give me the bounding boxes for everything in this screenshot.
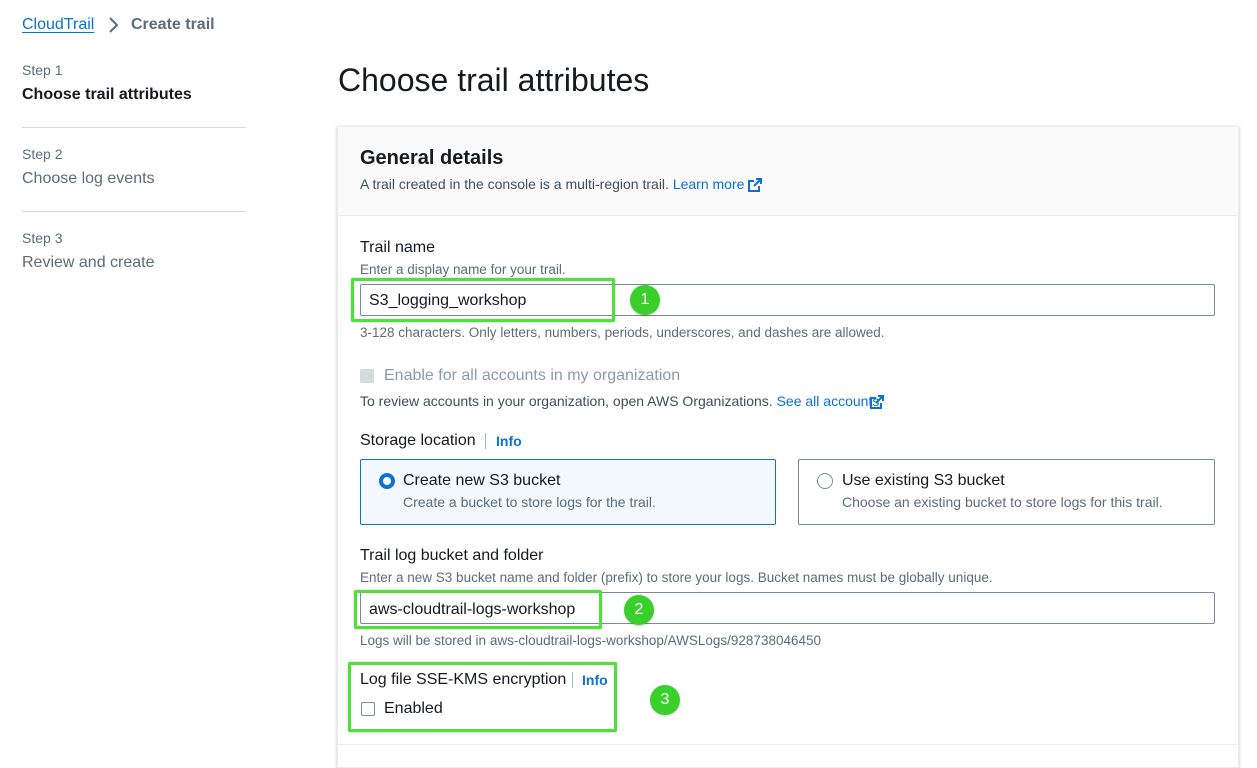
nav-divider [22, 127, 246, 128]
use-existing-bucket-desc: Choose an existing bucket to store logs … [842, 494, 1163, 510]
bucket-label: Trail log bucket and folder [360, 547, 544, 564]
bucket-hint: Enter a new S3 bucket name and folder (p… [360, 570, 993, 585]
learn-more-link[interactable]: Learn more [673, 176, 745, 192]
description-text: A trail created in the console is a mult… [360, 176, 669, 192]
step-3-label: Step 3 [22, 230, 63, 246]
step-1: Step 1 Choose trail attributes [22, 62, 192, 104]
trail-name-label: Trail name [360, 239, 435, 256]
create-new-bucket-desc: Create a bucket to store logs for the tr… [403, 494, 656, 510]
trail-name-constraint: 3-128 characters. Only letters, numbers,… [360, 325, 885, 340]
org-accounts-label: Enable for all accounts in my organizati… [384, 367, 681, 384]
step-2-label: Step 2 [22, 146, 63, 162]
org-description-text: To review accounts in your organization,… [360, 393, 773, 409]
external-link-icon[interactable] [747, 177, 763, 193]
chevron-right-icon [109, 17, 119, 33]
step-1-label: Step 1 [22, 62, 63, 78]
highlight-box-1 [351, 278, 615, 322]
breadcrumb-current: Create trail [131, 16, 215, 33]
see-all-accounts-link[interactable]: See all accounts [777, 393, 880, 409]
label-separator [485, 433, 486, 449]
annotation-badge-3: 3 [650, 685, 680, 715]
step-2-title[interactable]: Choose log events [22, 170, 155, 188]
general-details-description: A trail created in the console is a mult… [360, 176, 744, 192]
storage-location-label: Storage location [360, 432, 476, 449]
create-new-bucket-radio[interactable] [379, 473, 395, 489]
annotation-badge-1: 1 [630, 285, 660, 315]
nav-divider [22, 211, 246, 212]
org-description: To review accounts in your organization,… [360, 393, 879, 409]
step-3-title[interactable]: Review and create [22, 254, 155, 272]
general-details-title: General details [360, 147, 504, 169]
trail-name-hint: Enter a display name for your trail. [360, 262, 566, 277]
highlight-box-3 [348, 662, 617, 732]
use-existing-bucket-radio[interactable] [817, 473, 833, 489]
step-3[interactable]: Step 3 Review and create [22, 230, 155, 272]
external-link-icon[interactable] [869, 394, 885, 410]
storage-info-link[interactable]: Info [496, 433, 522, 449]
org-accounts-checkbox[interactable] [360, 369, 374, 383]
use-existing-bucket-tile[interactable] [798, 459, 1215, 525]
bucket-stored-note: Logs will be stored in aws-cloudtrail-lo… [360, 633, 822, 648]
annotation-badge-2: 2 [624, 595, 654, 625]
breadcrumb-cloudtrail-link[interactable]: CloudTrail [22, 16, 94, 34]
create-new-bucket-tile[interactable] [360, 459, 776, 525]
section-divider [338, 744, 1237, 745]
create-new-bucket-title: Create new S3 bucket [403, 472, 561, 489]
step-1-title: Choose trail attributes [22, 86, 192, 103]
step-2[interactable]: Step 2 Choose log events [22, 146, 155, 188]
use-existing-bucket-title: Use existing S3 bucket [842, 472, 1005, 489]
general-details-header [338, 127, 1237, 216]
page-title: Choose trail attributes [338, 62, 650, 98]
highlight-box-2 [354, 590, 602, 629]
